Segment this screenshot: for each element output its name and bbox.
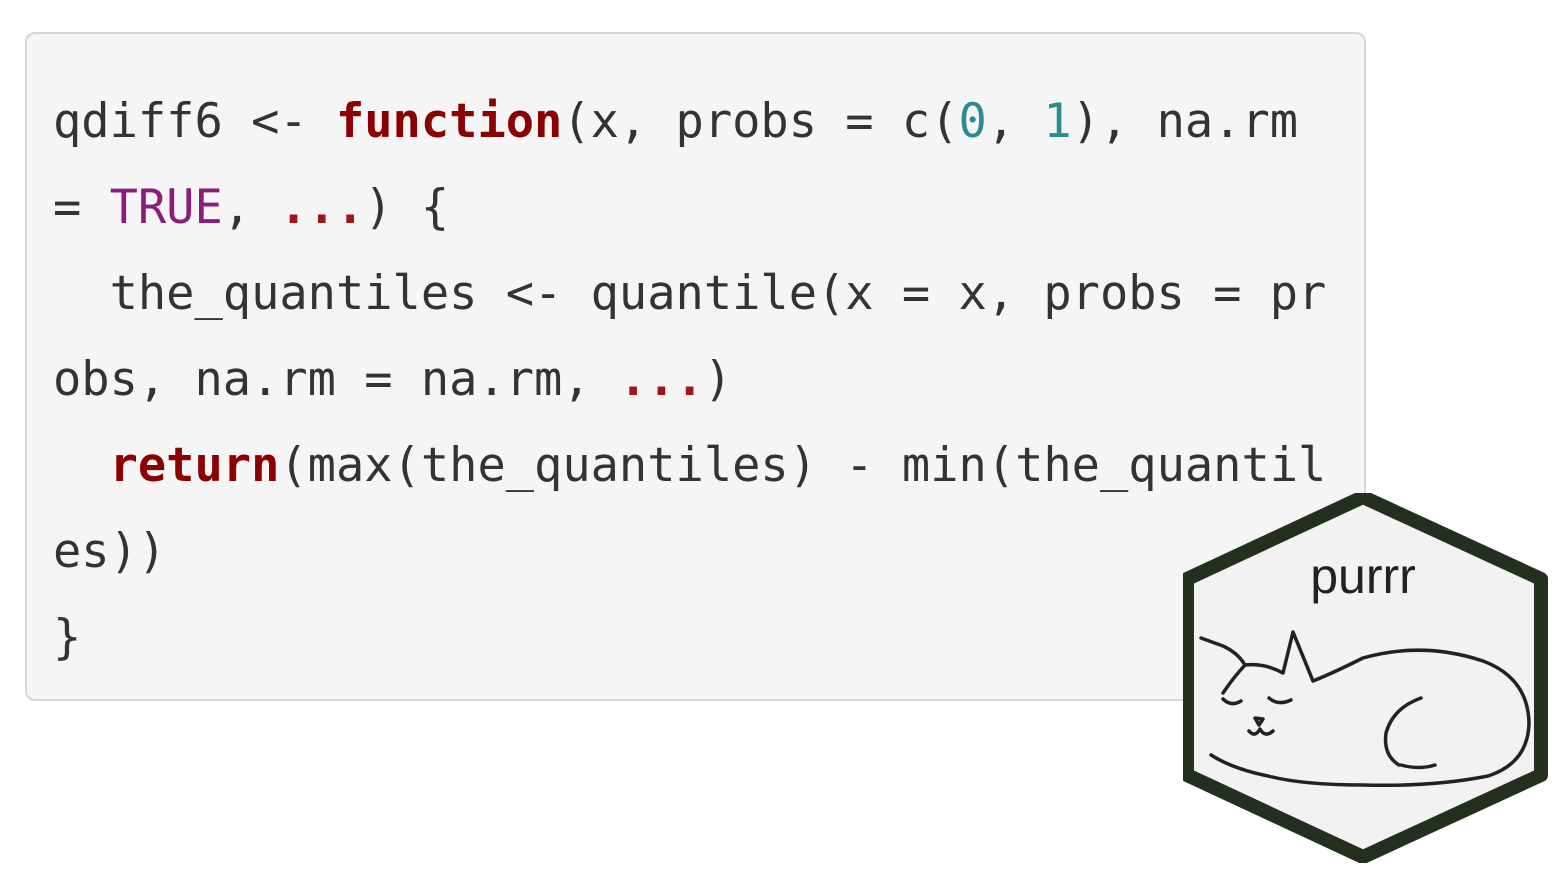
constant-token: TRUE [109,180,223,235]
code-token: obs, na.rm = na.rm, [53,352,619,407]
code-token: es)) [53,524,167,579]
code-token: (x, probs = c( [562,94,959,149]
keyword-token: function [335,94,563,149]
code-token: ) [703,352,733,407]
code-line: return(max(the_quantiles) - min(the_quan… [53,423,1327,509]
code-line: obs, na.rm = na.rm, ...) [53,337,1326,423]
code-token: ) { [364,180,450,235]
number-token: 0 [958,94,987,149]
sticker-title: purrr [1310,548,1416,604]
ellipsis-token: ... [618,352,704,407]
code-token: = [53,180,110,235]
code-token: the_quantiles <- quantile(x = x, probs =… [53,266,1327,321]
code-block: qdiff6 <- function(x, probs = c(0, 1), n… [25,32,1366,701]
code-token: , [986,94,1044,149]
purrr-hex-sticker: purrr [1183,493,1548,863]
keyword-token: return [109,438,280,493]
code-lines: qdiff6 <- function(x, probs = c(0, 1), n… [53,79,1326,681]
code-token: , [222,180,280,235]
code-token: ), na.rm [1071,94,1299,149]
code-line: the_quantiles <- quantile(x = x, probs =… [53,251,1327,337]
ellipsis-token: ... [279,180,365,235]
code-token: } [53,610,82,665]
code-line: } [53,595,1326,681]
code-token: qdiff6 <- [53,94,336,149]
code-line: es)) [53,509,1326,595]
number-token: 1 [1043,94,1072,149]
code-token: (max(the_quantiles) - min(the_quantil [279,438,1327,493]
code-line: = TRUE, ...) { [53,165,1326,251]
code-line: qdiff6 <- function(x, probs = c(0, 1), n… [53,79,1326,165]
